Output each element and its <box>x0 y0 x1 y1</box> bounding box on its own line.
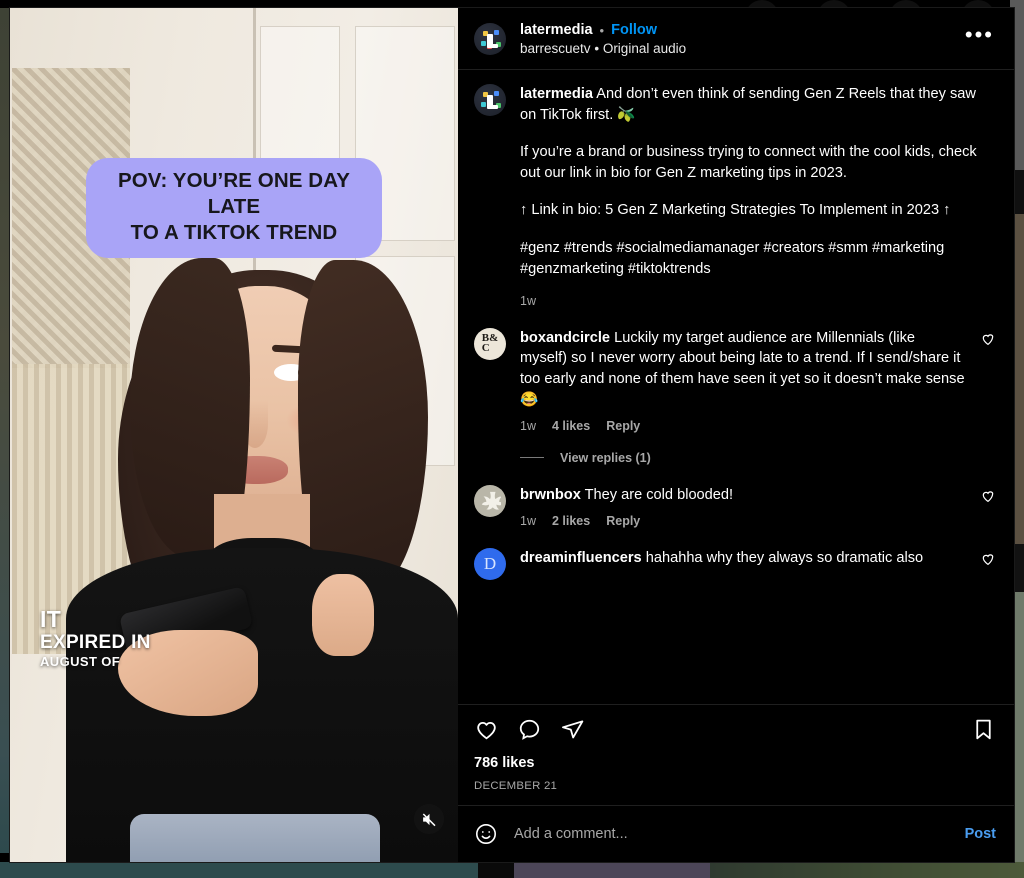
share-icon[interactable] <box>560 717 585 742</box>
post-info-panel: latermedia • Follow barrescuetv • Origin… <box>458 8 1014 862</box>
audio-account-name[interactable]: barrescuetv <box>520 41 591 56</box>
comment-body: boxandcircle Luckily my target audience … <box>520 328 966 465</box>
post-header-text: latermedia • Follow barrescuetv • Origin… <box>520 22 949 56</box>
mute-icon[interactable] <box>414 804 444 834</box>
burned-caption-line-1: IT <box>40 606 62 632</box>
reel-video-player[interactable]: POV: YOU’RE ONE DAY LATE TO A TIKTOK TRE… <box>10 8 458 862</box>
subject-raised-hand <box>312 574 374 656</box>
comment-likes[interactable]: 2 likes <box>552 514 590 528</box>
emoji-icon[interactable] <box>474 822 498 846</box>
comment-username[interactable]: boxandcircle <box>520 330 610 346</box>
view-replies-label: View replies (1) <box>560 450 651 465</box>
comment-meta: 1w 4 likes Reply <box>520 419 966 433</box>
latermedia-avatar[interactable] <box>474 23 506 55</box>
audio-separator-dot: • <box>594 41 600 56</box>
burned-caption-line-2: EXPIRED IN <box>40 631 151 653</box>
post-comments-scroll-area[interactable]: latermedia And don’t even think of sendi… <box>458 70 1014 704</box>
comment-item: brwnbox They are cold blooded! 1w 2 like… <box>474 465 996 528</box>
burned-caption-line-3: AUGUST OF <box>40 653 121 669</box>
heart-icon[interactable] <box>474 717 499 742</box>
separator-dot: • <box>599 22 605 38</box>
comment-item: B& C boxandcircle Luckily my target audie… <box>474 308 996 465</box>
post-modal: POV: YOU’RE ONE DAY LATE TO A TIKTOK TRE… <box>10 8 1014 862</box>
backdrop-bottom-d <box>710 862 1024 878</box>
more-options-icon[interactable]: ••• <box>963 24 996 49</box>
comment-like-icon[interactable] <box>980 328 996 352</box>
caption-text: latermedia And don’t even think of sendi… <box>520 84 996 280</box>
view-replies-button[interactable]: View replies (1) <box>520 451 966 465</box>
comment-body: brwnbox They are cold blooded! 1w 2 like… <box>520 485 966 528</box>
comment-message: hahahha why they always so dramatic also <box>645 549 924 566</box>
brwnbox-avatar[interactable] <box>474 484 506 517</box>
view-replies-line <box>520 457 544 459</box>
follow-button[interactable]: Follow <box>611 22 657 38</box>
caption-paragraph-2: If you’re a brand or business trying to … <box>520 144 977 182</box>
comment-reply-button[interactable]: Reply <box>606 514 640 528</box>
overlay-caption-line-1: POV: YOU’RE ONE DAY LATE <box>117 169 351 219</box>
caption-author-avatar[interactable] <box>474 84 506 116</box>
avatar-monogram: B& C <box>481 332 499 354</box>
comment-text: brwnbox They are cold blooded! <box>520 485 966 506</box>
likes-count[interactable]: 786 likes <box>474 755 996 771</box>
comment-item: D dreaminfluencers hahahha why they alwa… <box>474 528 996 580</box>
post-header: latermedia • Follow barrescuetv • Origin… <box>458 8 1014 70</box>
backdrop-bottom-b <box>478 862 514 878</box>
caption-username[interactable]: latermedia <box>520 86 593 102</box>
post-author-username[interactable]: latermedia <box>520 22 593 38</box>
comment-message: They are cold blooded! <box>584 486 734 503</box>
caption-paragraph-4: #genz #trends #socialmediamanager #creat… <box>520 239 945 277</box>
post-caption-block: latermedia And don’t even think of sendi… <box>474 70 996 308</box>
comment-reply-button[interactable]: Reply <box>606 419 640 433</box>
comment-compose-bar: Post <box>458 805 1014 862</box>
post-comment-button[interactable]: Post <box>965 826 996 842</box>
audio-label[interactable]: Original audio <box>603 41 686 56</box>
leaf-motif-icon <box>481 491 501 510</box>
comment-time: 1w <box>520 513 536 528</box>
subject-jeans <box>130 814 380 862</box>
video-frame <box>10 8 458 862</box>
post-date: DECEMBER 21 <box>474 780 558 792</box>
comment-meta: 1w 2 likes Reply <box>520 514 966 528</box>
comment-text: boxandcircle Luckily my target audience … <box>520 328 966 411</box>
video-overlay-caption: POV: YOU’RE ONE DAY LATE TO A TIKTOK TRE… <box>86 158 382 259</box>
backdrop-bottom-c <box>514 862 710 878</box>
overlay-caption-line-2: TO A TIKTOK TREND <box>130 221 338 245</box>
post-action-bar: 786 likes DECEMBER 21 <box>458 704 1014 805</box>
comment-icon[interactable] <box>517 717 542 742</box>
caption-paragraph-1: latermedia And don’t even think of sendi… <box>520 84 996 126</box>
boxandcircle-avatar[interactable]: B& C <box>474 327 506 360</box>
caption-timestamp: 1w <box>520 293 536 308</box>
video-burned-caption: IT EXPIRED IN AUGUST OF <box>40 606 151 671</box>
caption-paragraph-3: ↑ Link in bio: 5 Gen Z Marketing Strateg… <box>520 202 951 219</box>
caption-body: latermedia And don’t even think of sendi… <box>520 84 996 308</box>
comment-time: 1w <box>520 418 536 433</box>
comment-likes[interactable]: 4 likes <box>552 419 590 433</box>
audio-attribution-row: barrescuetv • Original audio <box>520 41 949 56</box>
comment-like-icon[interactable] <box>980 485 996 509</box>
bookmark-icon[interactable] <box>971 717 996 742</box>
action-icons-row <box>474 717 996 742</box>
avatar-monogram: D <box>483 553 497 573</box>
comment-like-icon[interactable] <box>980 548 996 572</box>
comment-input[interactable] <box>514 826 949 842</box>
comment-body: dreaminfluencers hahahha why they always… <box>520 548 966 569</box>
dreaminfluencers-avatar[interactable]: D <box>474 547 506 580</box>
backdrop-bottom-a <box>0 862 478 878</box>
post-author-row: latermedia • Follow <box>520 22 949 38</box>
comment-text: dreaminfluencers hahahha why they always… <box>520 548 966 569</box>
comment-username[interactable]: brwnbox <box>520 487 581 503</box>
comment-username[interactable]: dreaminfluencers <box>520 550 642 566</box>
